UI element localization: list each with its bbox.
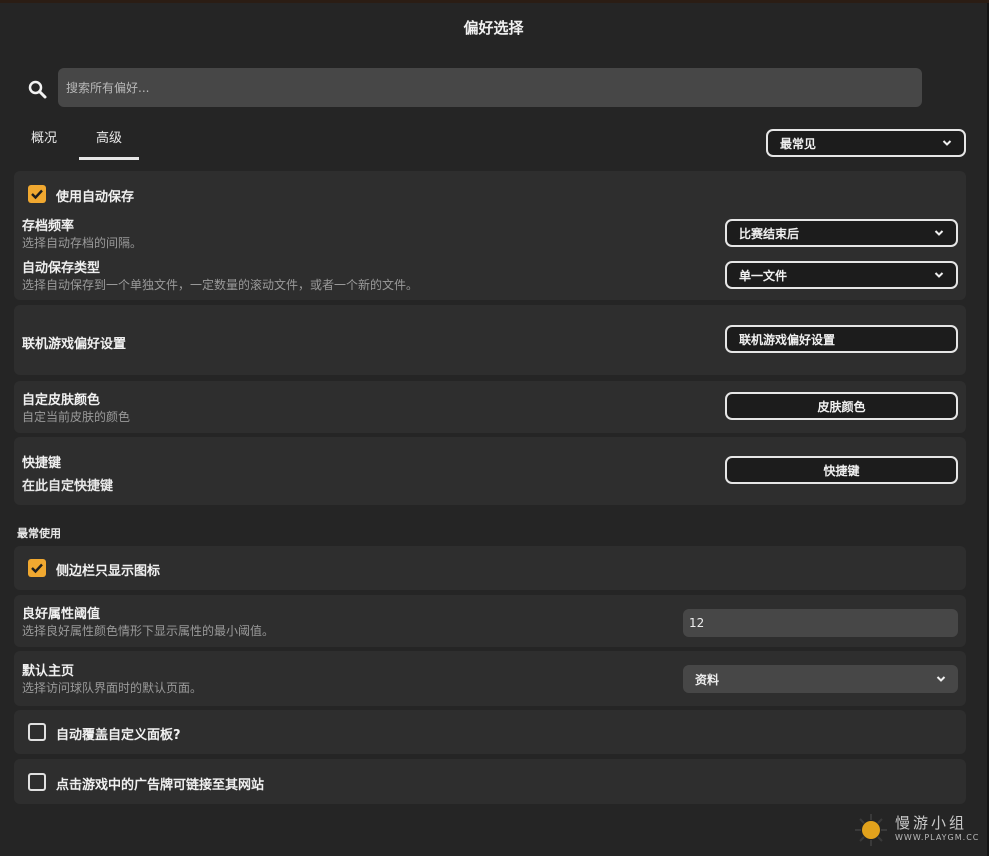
most-used-heading: 最常使用 xyxy=(17,527,61,540)
auto-overwrite-label: 自动覆盖自定义面板? xyxy=(56,728,181,743)
autosave-card: 使用自动保存 存档频率 选择自动存档的间隔。 比赛结束后 自动保存类型 选择自动… xyxy=(14,171,966,300)
check-icon xyxy=(31,189,43,200)
search-icon xyxy=(28,80,47,99)
dialog-title: 偏好选择 xyxy=(463,19,524,37)
billboard-link-card: 点击游戏中的广告牌可链接至其网站 xyxy=(14,759,966,804)
skin-color-button[interactable]: 皮肤颜色 xyxy=(725,392,958,420)
auto-overwrite-checkbox[interactable] xyxy=(28,723,46,741)
shortcuts-desc: 在此自定快捷键 xyxy=(22,479,114,494)
autosave-checkbox[interactable] xyxy=(28,185,46,203)
default-home-select[interactable]: 资料 xyxy=(683,665,958,693)
shortcuts-button[interactable]: 快捷键 xyxy=(725,456,958,484)
billboard-link-checkbox[interactable] xyxy=(28,773,46,791)
watermark-url: WWW.PLAYGM.CC xyxy=(895,833,980,842)
watermark: 慢游小组 WWW.PLAYGM.CC xyxy=(851,810,981,850)
autosave-frequency-title: 存档频率 xyxy=(22,219,75,234)
sidebar-icons-label: 侧边栏只显示图标 xyxy=(56,564,161,579)
billboard-link-label: 点击游戏中的广告牌可链接至其网站 xyxy=(56,778,265,793)
skin-color-title: 自定皮肤颜色 xyxy=(22,393,101,408)
attr-threshold-input[interactable]: 12 xyxy=(683,609,958,637)
autosave-frequency-select[interactable]: 比赛结束后 xyxy=(725,219,958,247)
attr-threshold-desc: 选择良好属性颜色情形下显示属性的最小阈值。 xyxy=(22,624,275,638)
view-filter-value: 最常见 xyxy=(780,136,817,151)
attr-threshold-title: 良好属性阈值 xyxy=(22,607,101,622)
autosave-type-title: 自动保存类型 xyxy=(22,261,101,276)
tab-general[interactable]: 概况 xyxy=(29,131,59,157)
chevron-down-icon xyxy=(934,230,944,236)
chevron-down-icon xyxy=(936,676,946,682)
skin-color-card: 自定皮肤颜色 自定当前皮肤的颜色 皮肤颜色 xyxy=(14,381,966,433)
autosave-type-value: 单一文件 xyxy=(739,268,788,283)
chevron-down-icon xyxy=(942,140,952,146)
online-prefs-button[interactable]: 联机游戏偏好设置 xyxy=(725,325,958,353)
sidebar-icons-checkbox[interactable] xyxy=(28,559,46,577)
shortcuts-title: 快捷键 xyxy=(22,456,62,471)
default-home-desc: 选择访问球队界面时的默认页面。 xyxy=(22,681,203,695)
autosave-frequency-desc: 选择自动存档的间隔。 xyxy=(22,236,143,250)
attr-threshold-value: 12 xyxy=(689,616,705,630)
default-home-value: 资料 xyxy=(695,672,720,687)
autosave-type-select[interactable]: 单一文件 xyxy=(725,261,958,289)
search-input[interactable] xyxy=(58,68,922,107)
preferences-dialog: 偏好选择 概况 高级 最常见 使用自动保存 存档频率 选择自动存档的间隔。 比赛… xyxy=(0,3,989,856)
check-icon xyxy=(31,563,43,574)
tab-advanced[interactable]: 高级 xyxy=(79,131,139,160)
online-prefs-title: 联机游戏偏好设置 xyxy=(22,337,127,352)
autosave-frequency-value: 比赛结束后 xyxy=(739,226,800,241)
watermark-text: 慢游小组 xyxy=(895,814,968,832)
shortcuts-card: 快捷键 在此自定快捷键 快捷键 xyxy=(14,437,966,505)
skin-color-desc: 自定当前皮肤的颜色 xyxy=(22,410,131,424)
online-prefs-card: 联机游戏偏好设置 联机游戏偏好设置 xyxy=(14,305,966,375)
view-filter-select[interactable]: 最常见 xyxy=(766,129,966,157)
autosave-type-desc: 选择自动保存到一个单独文件，一定数量的滚动文件，或者一个新的文件。 xyxy=(22,278,419,292)
chevron-down-icon xyxy=(934,272,944,278)
autosave-label: 使用自动保存 xyxy=(56,190,135,205)
sun-logo-icon xyxy=(855,814,887,846)
sidebar-icons-card: 侧边栏只显示图标 xyxy=(14,546,966,590)
default-home-title: 默认主页 xyxy=(22,664,75,679)
auto-overwrite-card: 自动覆盖自定义面板? xyxy=(14,710,966,754)
